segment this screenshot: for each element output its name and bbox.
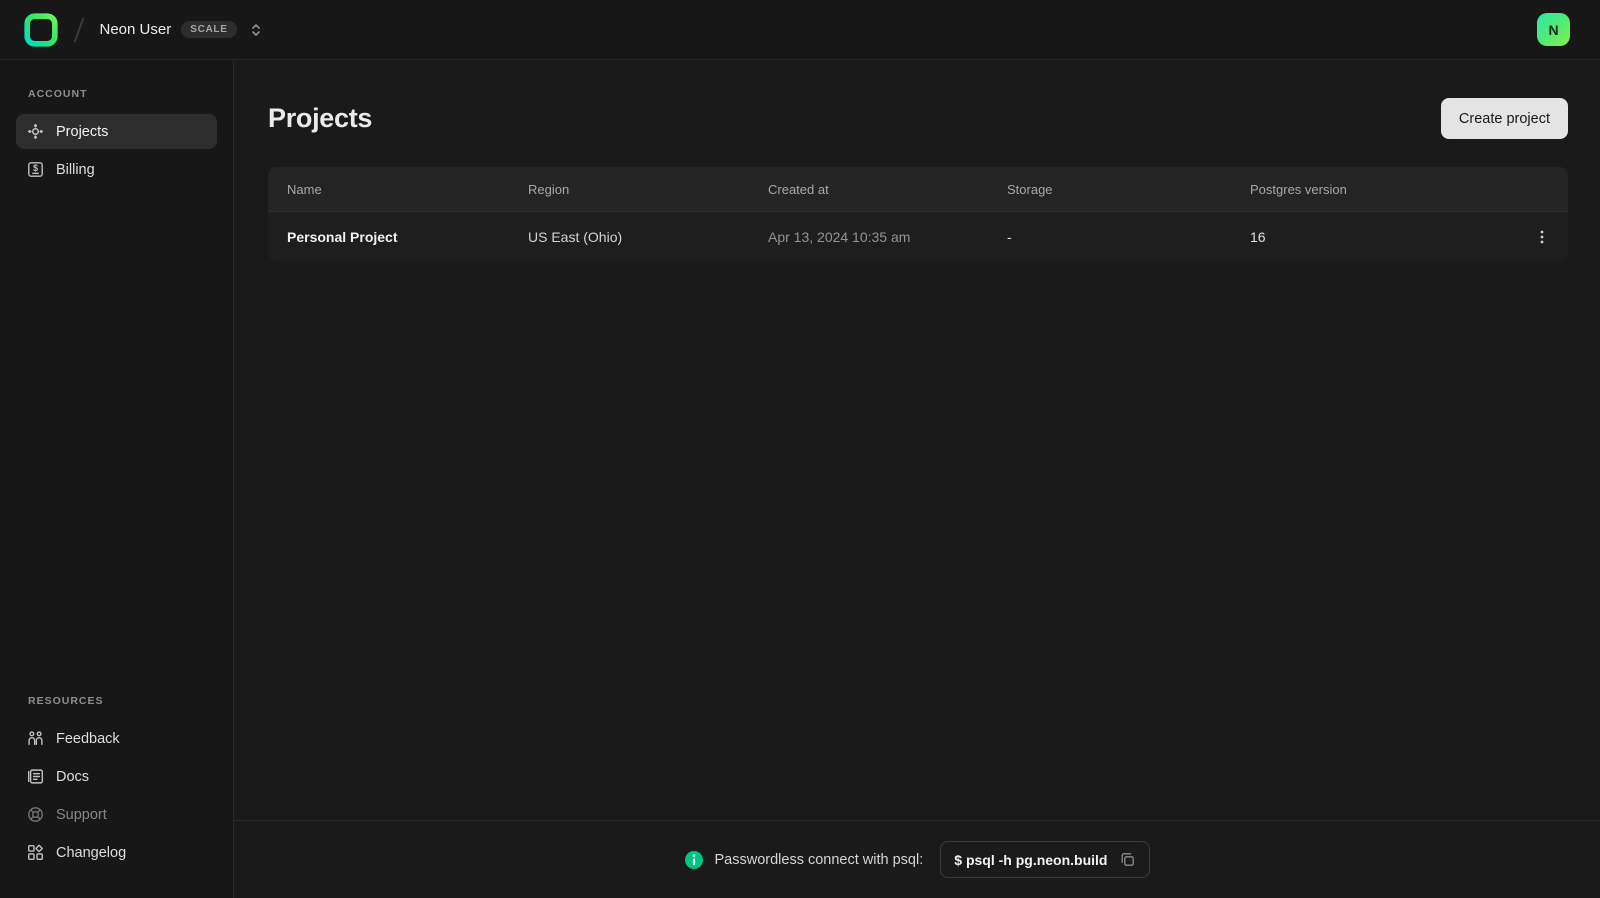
sidebar-section-account: ACCOUNT: [28, 88, 88, 100]
chevron-updown-icon: [249, 22, 263, 38]
feedback-icon: [26, 730, 44, 747]
project-version-cell: 16: [1250, 228, 1266, 245]
table-header-row: Name Region Created at Storage Postgres …: [268, 167, 1568, 212]
sidebar-item-docs[interactable]: Docs: [16, 759, 217, 794]
column-header-region: Region: [528, 181, 570, 197]
sidebar-item-label: Docs: [56, 768, 90, 785]
sidebar-item-support[interactable]: Support: [16, 797, 217, 832]
sidebar-section-resources: RESOURCES: [28, 695, 104, 707]
sidebar-item-label: Feedback: [56, 730, 120, 747]
support-icon: [26, 806, 44, 823]
svg-text:$: $: [32, 163, 37, 173]
projects-icon: [26, 123, 44, 140]
project-name-cell[interactable]: Personal Project: [287, 229, 528, 245]
column-header-created-at: Created at: [768, 181, 829, 197]
org-name: Neon User: [99, 21, 172, 38]
project-storage-cell: -: [1007, 228, 1012, 245]
create-project-button[interactable]: Create project: [1440, 98, 1568, 139]
column-header-storage: Storage: [1007, 181, 1053, 197]
neon-logo-icon: [24, 12, 58, 47]
main-spacer: [268, 261, 1568, 820]
copy-icon: [1122, 853, 1135, 866]
column-header-postgres-version: Postgres version: [1250, 181, 1347, 197]
sidebar-item-label: Changelog: [56, 844, 127, 861]
user-avatar[interactable]: N: [1537, 13, 1570, 46]
table-row[interactable]: Personal Project US East (Ohio) Apr 13, …: [268, 212, 1568, 261]
sidebar-item-feedback[interactable]: Feedback: [16, 721, 217, 756]
breadcrumb-separator: [73, 17, 84, 42]
psql-connect-footer: Passwordless connect with psql: $ psql -…: [234, 820, 1600, 898]
neon-console-app: Neon User SCALE N ACCOUNT Projects $ Bil…: [0, 0, 1600, 898]
psql-command-box: $ psql -h pg.neon.build: [940, 841, 1151, 878]
project-created-cell: Apr 13, 2024 10:35 am: [768, 228, 911, 245]
sidebar-item-projects[interactable]: Projects: [16, 114, 217, 149]
sidebar-item-label: Billing: [56, 161, 95, 178]
psql-command-text: $ psql -h pg.neon.build: [954, 851, 1108, 868]
sidebar-item-label: Projects: [56, 123, 109, 140]
projects-table: Name Region Created at Storage Postgres …: [268, 167, 1568, 261]
info-icon: [684, 850, 704, 870]
main-content: Projects Create project Name Region Crea…: [234, 60, 1600, 898]
billing-icon: $: [26, 161, 44, 178]
top-header: Neon User SCALE N: [0, 0, 1600, 60]
column-header-name: Name: [287, 181, 322, 197]
page-title: Projects: [268, 103, 373, 133]
kebab-menu-icon: [1540, 230, 1544, 243]
project-region-cell: US East (Ohio): [528, 228, 623, 245]
sidebar: ACCOUNT Projects $ Billing RESOURCES Fee…: [0, 60, 234, 898]
psql-hint-text: Passwordless connect with psql:: [714, 851, 924, 868]
copy-command-button[interactable]: [1119, 851, 1136, 868]
sidebar-item-billing[interactable]: $ Billing: [16, 152, 217, 187]
neon-logo[interactable]: [24, 12, 58, 47]
row-actions-button[interactable]: [1513, 212, 1549, 261]
sidebar-item-label: Support: [56, 806, 107, 823]
changelog-icon: [26, 844, 44, 861]
sidebar-item-changelog[interactable]: Changelog: [16, 835, 217, 870]
org-switcher[interactable]: Neon User SCALE: [100, 21, 263, 38]
docs-icon: [26, 768, 44, 785]
plan-badge: SCALE: [181, 21, 237, 38]
